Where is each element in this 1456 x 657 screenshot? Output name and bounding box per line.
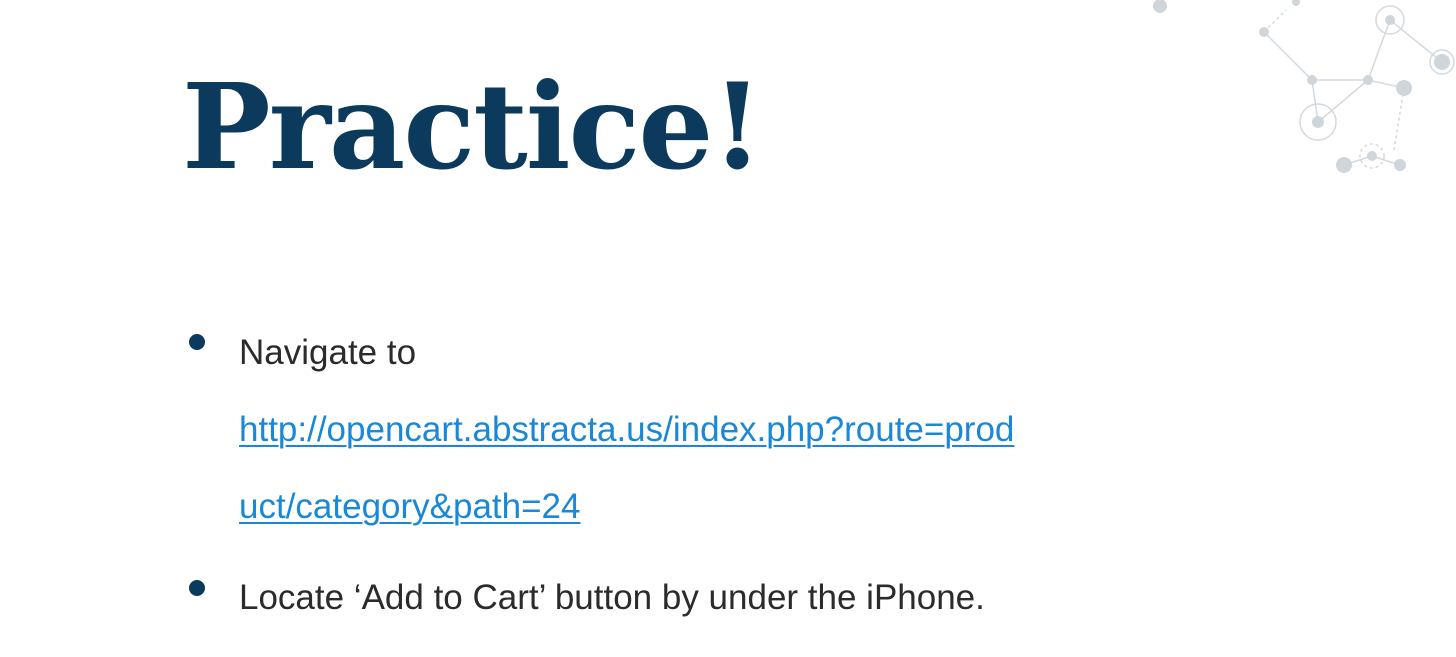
opencart-url-link[interactable]: http://opencart.abstracta.us/index.php?r…: [239, 410, 1014, 449]
bullet-1-link-line-1: http://opencart.abstracta.us/index.php?r…: [239, 408, 1014, 452]
opencart-url-link-continued[interactable]: uct/category&path=24: [239, 487, 581, 526]
bullet-2-text: Locate ‘Add to Cart’ button by under the…: [239, 578, 985, 617]
bullet-1-lead-text: Navigate to: [239, 333, 417, 372]
network-nodes-icon: [1153, 0, 1455, 173]
slide: Practice! Navigate to http://opencart.ab…: [0, 0, 1456, 657]
slide-title: Practice!: [182, 57, 763, 196]
bullet-point-icon: [189, 334, 205, 350]
bullet-1-link-line-2: uct/category&path=24: [239, 485, 581, 529]
bullet-point-icon: [189, 580, 205, 596]
